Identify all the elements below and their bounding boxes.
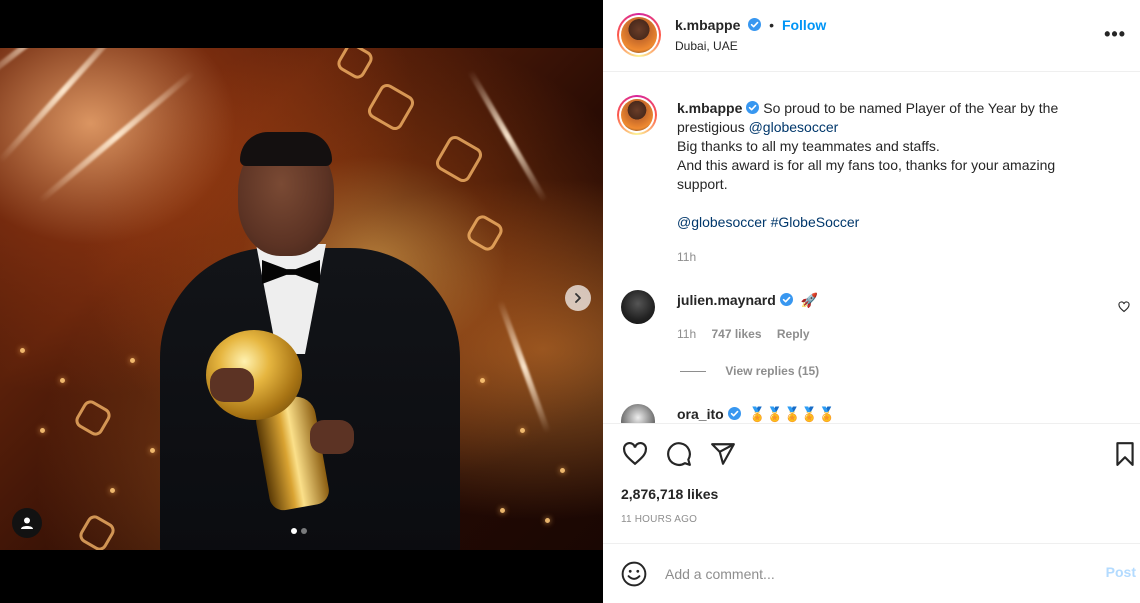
reply-divider <box>680 371 706 373</box>
carousel-dot <box>301 528 307 534</box>
verified-badge-icon <box>746 101 760 114</box>
separator-dot: • <box>769 17 775 33</box>
bokeh-dot <box>110 488 115 493</box>
reply-button[interactable]: Reply <box>777 327 810 341</box>
comment-text: 🚀 <box>800 292 819 308</box>
commenter-username[interactable]: ora_ito <box>677 406 724 422</box>
bokeh-dot <box>150 448 155 453</box>
caption-username[interactable]: k.mbappe <box>677 100 742 116</box>
light-streak <box>497 299 551 434</box>
comment-text: 🏅🏅🏅🏅🏅 <box>748 406 836 422</box>
verified-badge-icon <box>748 18 762 31</box>
hexagon-light <box>76 512 118 550</box>
share-send-icon[interactable] <box>710 441 736 467</box>
caption-line-2: Big thanks to all my teammates and staff… <box>677 138 940 154</box>
media-pane <box>0 0 603 603</box>
post-viewer: k.mbappe • Follow Dubai, UAE ••• k.mbapp… <box>0 0 1140 603</box>
comment-bubble-icon[interactable] <box>666 441 692 467</box>
like-heart-icon[interactable] <box>622 441 648 467</box>
verified-badge-icon <box>779 293 793 306</box>
hexagon-light <box>433 133 485 185</box>
post-photo[interactable] <box>0 48 603 550</box>
commenter-avatar[interactable] <box>621 290 655 324</box>
action-bar: 2,876,718 likes 11 HOURS AGO <box>603 423 1140 543</box>
more-options-button[interactable]: ••• <box>1104 24 1126 45</box>
hexagon-light <box>365 81 417 133</box>
person-hair <box>240 132 332 166</box>
verified-badge-icon <box>727 407 741 420</box>
tagged-users-button[interactable] <box>12 508 42 538</box>
header-title-row: k.mbappe • Follow <box>675 17 826 33</box>
caption-avatar[interactable] <box>617 95 657 135</box>
author-avatar[interactable] <box>617 13 661 57</box>
comment-likes[interactable]: 747 likes <box>711 327 761 341</box>
like-comment-heart-icon[interactable] <box>1118 301 1130 313</box>
post-timestamp[interactable]: 11 HOURS AGO <box>621 514 697 525</box>
bokeh-dot <box>500 508 505 513</box>
post-details-panel: k.mbappe • Follow Dubai, UAE ••• k.mbapp… <box>603 0 1140 603</box>
commenter-avatar[interactable] <box>621 404 655 423</box>
carousel-indicator <box>291 528 307 534</box>
bokeh-dot <box>60 378 65 383</box>
likes-count[interactable]: 2,876,718 likes <box>621 486 718 502</box>
person-hand <box>210 368 254 402</box>
bokeh-dot <box>545 518 550 523</box>
view-replies-button[interactable]: View replies (15) <box>680 364 819 378</box>
view-replies-label: View replies (15) <box>725 364 820 378</box>
person-hand <box>310 420 354 454</box>
comment-time[interactable]: 11h <box>677 327 696 341</box>
mention-link[interactable]: @globesoccer <box>749 119 839 135</box>
post-header: k.mbappe • Follow Dubai, UAE ••• <box>603 0 1140 72</box>
bookmark-save-icon[interactable] <box>1112 441 1138 467</box>
hashtag-link[interactable]: #GlobeSoccer <box>771 214 860 230</box>
commenter-username[interactable]: julien.maynard <box>677 292 776 308</box>
mention-link[interactable]: @globesoccer <box>677 214 767 230</box>
bokeh-dot <box>480 378 485 383</box>
bokeh-dot <box>520 428 525 433</box>
follow-button[interactable]: Follow <box>782 17 826 33</box>
add-comment-bar: Post <box>603 543 1140 603</box>
light-streak <box>467 69 548 203</box>
carousel-dot-active <box>291 528 297 534</box>
bokeh-dot <box>20 348 25 353</box>
author-username[interactable]: k.mbappe <box>675 17 740 33</box>
comment-input[interactable] <box>665 562 1065 586</box>
bokeh-dot <box>130 358 135 363</box>
post-location[interactable]: Dubai, UAE <box>675 39 738 53</box>
comment-body: julien.maynard 🚀 <box>677 292 818 309</box>
hexagon-light <box>72 397 114 439</box>
caption-line-3: And this award is for all my fans too, t… <box>677 157 1056 192</box>
emoji-smiley-icon[interactable] <box>621 561 647 587</box>
user-icon <box>21 517 33 529</box>
post-comment-button[interactable]: Post <box>1106 564 1136 580</box>
bokeh-dot <box>560 468 565 473</box>
carousel-next-button[interactable] <box>565 285 591 311</box>
caption-time[interactable]: 11h <box>677 248 1107 267</box>
caption: k.mbappe So proud to be named Player of … <box>677 99 1107 267</box>
comment-meta: 11h 747 likes Reply <box>677 327 810 341</box>
comment-body: ora_ito 🏅🏅🏅🏅🏅 <box>677 406 836 423</box>
hexagon-light <box>464 212 506 254</box>
comments-list[interactable]: k.mbappe So proud to be named Player of … <box>603 72 1140 423</box>
bokeh-dot <box>40 428 45 433</box>
chevron-right-icon <box>575 293 581 303</box>
hexagon-light <box>334 48 376 82</box>
